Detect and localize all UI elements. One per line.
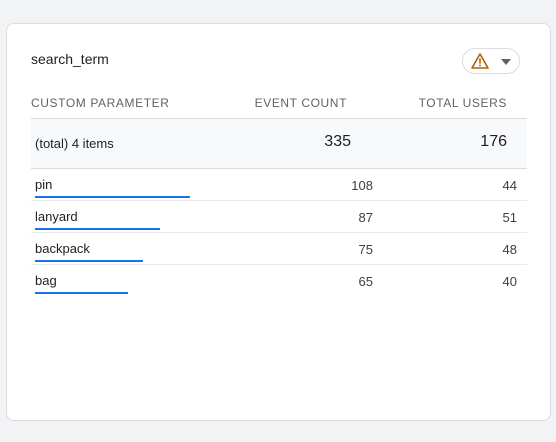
table-row[interactable]: lanyard 87 51 [31, 201, 527, 233]
row-label: pin [35, 177, 53, 192]
row-share-bar [35, 196, 190, 198]
row-total-users: 51 [502, 210, 517, 225]
row-total-users: 44 [502, 178, 517, 193]
row-total-users: 48 [502, 242, 517, 257]
total-row: (total) 4 items 335 176 [31, 118, 527, 169]
row-label: bag [35, 273, 57, 288]
row-share-bar [35, 292, 128, 294]
row-event-count: 87 [358, 210, 373, 225]
header-total-users[interactable]: TOTAL USERS [419, 96, 507, 110]
total-label: (total) 4 items [35, 136, 114, 151]
total-event-count: 335 [324, 133, 351, 150]
row-event-count: 65 [358, 274, 373, 289]
header-event-count[interactable]: EVENT COUNT [255, 96, 347, 110]
row-label: backpack [35, 241, 90, 256]
caret-down-icon [501, 59, 511, 65]
row-event-count: 75 [358, 242, 373, 257]
table-row[interactable]: backpack 75 48 [31, 233, 527, 265]
row-share-bar [35, 228, 160, 230]
search-term-card: search_term CUSTOM PARAMETER EVENT COUNT… [6, 23, 551, 421]
table-row[interactable]: bag 65 40 [31, 265, 527, 297]
warning-dropdown-button[interactable] [462, 48, 520, 74]
row-total-users: 40 [502, 274, 517, 289]
table-header: CUSTOM PARAMETER EVENT COUNT TOTAL USERS [31, 96, 527, 116]
row-share-bar [35, 260, 143, 262]
warning-triangle-icon [471, 53, 489, 69]
table-row[interactable]: pin 108 44 [31, 169, 527, 201]
row-label: lanyard [35, 209, 78, 224]
card-title: search_term [31, 51, 109, 67]
total-users-count: 176 [480, 133, 507, 150]
header-custom-parameter[interactable]: CUSTOM PARAMETER [31, 96, 170, 110]
row-event-count: 108 [351, 178, 373, 193]
